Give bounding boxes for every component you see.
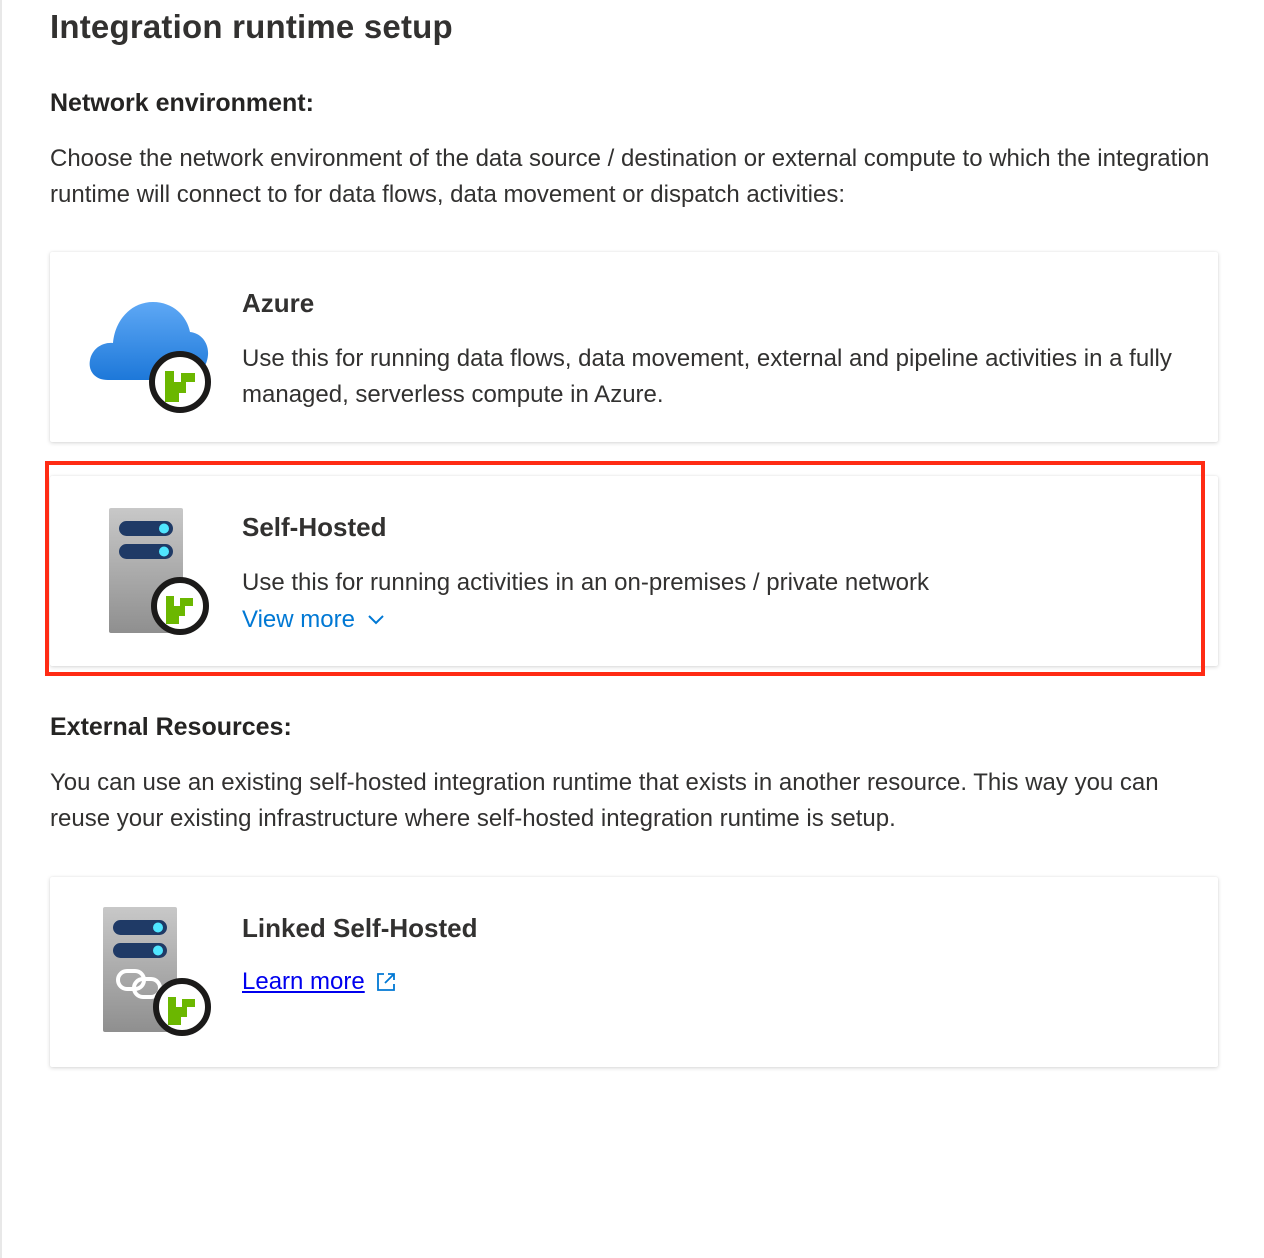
self-hosted-option-card[interactable]: Self-Hosted Use this for running activit… (50, 476, 1218, 666)
network-environment-heading: Network environment: (50, 89, 314, 117)
chevron-down-icon (368, 615, 384, 625)
view-more-button[interactable]: View more (242, 606, 385, 634)
azure-option-title: Azure (242, 288, 315, 318)
external-resources-heading: External Resources: (50, 713, 292, 741)
external-link-icon (376, 973, 395, 991)
azure-option-description: Use this for running data flows, data mo… (242, 345, 1172, 408)
linked-server-runtime-icon (103, 907, 211, 1036)
self-hosted-option-title: Self-Hosted (242, 512, 387, 542)
azure-option-card[interactable]: Azure Use this for running data flows, d… (50, 252, 1218, 442)
azure-cloud-runtime-icon (89, 302, 211, 413)
learn-more-link[interactable]: Learn more (242, 968, 397, 996)
server-runtime-icon (109, 508, 209, 635)
external-resources-description: You can use an existing self-hosted inte… (50, 769, 1159, 832)
left-panel-edge (0, 0, 2, 1258)
view-more-label: View more (242, 606, 355, 633)
learn-more-label: Learn more (242, 968, 365, 995)
network-environment-description: Choose the network environment of the da… (50, 145, 1210, 208)
linked-self-hosted-option-card[interactable]: Linked Self-Hosted Learn more (50, 877, 1218, 1067)
self-hosted-option-description: Use this for running activities in an on… (242, 569, 929, 596)
page-title: Integration runtime setup (50, 8, 453, 45)
linked-self-hosted-option-title: Linked Self-Hosted (242, 913, 478, 943)
